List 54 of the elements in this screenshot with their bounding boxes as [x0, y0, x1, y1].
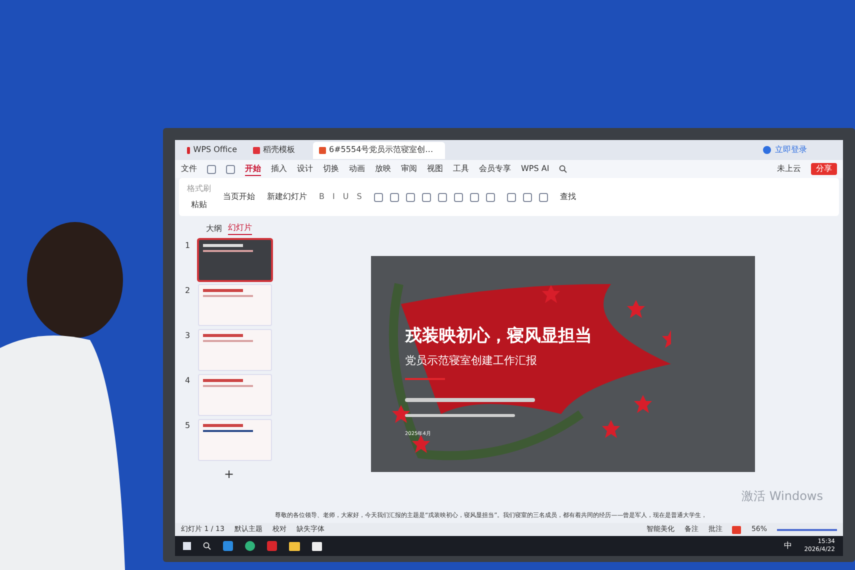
- slide-number: 5: [185, 420, 192, 432]
- window-tab[interactable]: WPS Office: [181, 142, 243, 158]
- start-icon[interactable]: [183, 542, 191, 550]
- ribbon-tab[interactable]: 插入: [271, 163, 287, 175]
- font-style-button[interactable]: I: [332, 191, 335, 203]
- slide-number: 4: [185, 375, 192, 387]
- folder-icon[interactable]: [289, 542, 300, 550]
- browser-icon[interactable]: [245, 541, 255, 551]
- wps-icon[interactable]: [267, 541, 277, 551]
- find-button[interactable]: 查找: [560, 191, 576, 203]
- ribbon-tab[interactable]: 审阅: [401, 163, 417, 175]
- slide-number: 1: [185, 240, 192, 252]
- ribbon-tab[interactable]: 设计: [297, 163, 313, 175]
- ribbon-tab[interactable]: 视图: [427, 163, 443, 175]
- play-button[interactable]: 当页开始: [223, 191, 255, 203]
- panel-tab[interactable]: 幻灯片: [228, 222, 252, 235]
- add-slide-button[interactable]: +: [224, 465, 234, 483]
- app-icon: [319, 146, 326, 154]
- login-link[interactable]: 立即登录: [775, 144, 807, 156]
- window-tab[interactable]: 稻壳模板: [247, 142, 309, 158]
- share-button[interactable]: 分享: [811, 163, 837, 175]
- font-style-button[interactable]: B: [319, 191, 324, 203]
- ime-indicator[interactable]: 中: [784, 540, 792, 552]
- search-icon[interactable]: [559, 165, 568, 173]
- slide-title: 戎装映初心，寝风显担当: [405, 324, 592, 348]
- paste-button[interactable]: 粘贴: [187, 199, 211, 211]
- search-icon[interactable]: [203, 542, 211, 550]
- slide-thumbnail[interactable]: [199, 375, 271, 415]
- font-style-button[interactable]: U: [342, 191, 349, 203]
- ribbon-tab[interactable]: 切换: [323, 163, 339, 175]
- ribbon-tab[interactable]: 放映: [375, 163, 391, 175]
- ribbon-tab[interactable]: 会员专享: [479, 163, 511, 175]
- user-icon: [763, 146, 771, 154]
- slide-thumbnail[interactable]: [199, 330, 271, 370]
- window-tab[interactable]: 6#5554号党员示范寝室创…: [313, 142, 445, 158]
- taskbar-app-icon[interactable]: [223, 541, 233, 551]
- slide-number: 3: [185, 330, 192, 342]
- ribbon-tab[interactable]: 工具: [453, 163, 469, 175]
- app-icon: [187, 146, 190, 154]
- ribbon-tab[interactable]: 动画: [349, 163, 365, 175]
- slide-number: 2: [185, 285, 192, 297]
- slide-thumbnail[interactable]: [199, 285, 271, 325]
- font-style-button[interactable]: S: [356, 191, 362, 203]
- file-menu[interactable]: 文件: [181, 163, 197, 175]
- cloud-button[interactable]: 未上云: [777, 163, 801, 175]
- app-icon: [253, 146, 260, 154]
- slide-thumbnail[interactable]: [199, 240, 271, 280]
- ribbon-tab[interactable]: 开始: [245, 162, 261, 176]
- wps-ai-button[interactable]: WPS AI: [521, 163, 550, 175]
- new-slide-button[interactable]: 新建幻灯片: [267, 191, 307, 203]
- slide-thumbnail[interactable]: [199, 420, 271, 460]
- activation-notice: 激活 Windows: [742, 488, 823, 505]
- panel-tab[interactable]: 大纲: [206, 222, 222, 235]
- slide-subtitle: 党员示范寝室创建工作汇报: [405, 353, 538, 369]
